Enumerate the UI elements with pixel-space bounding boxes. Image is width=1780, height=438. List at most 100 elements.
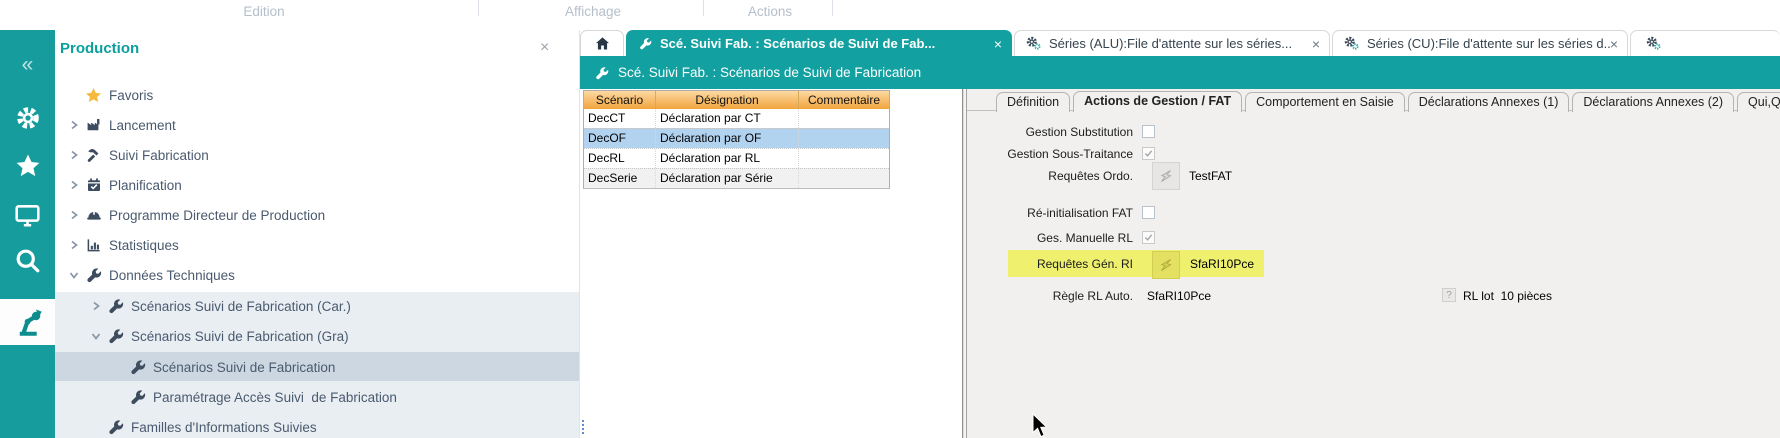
chevron-right-icon[interactable] — [67, 210, 81, 220]
star-icon — [15, 153, 41, 179]
tab-home[interactable] — [580, 30, 624, 56]
tree-item-label: Statistiques — [109, 238, 179, 253]
check-icon — [1144, 233, 1153, 242]
menu-actions[interactable]: Actions — [730, 4, 810, 19]
close-panel-button[interactable]: × — [540, 40, 549, 56]
bar-chart-icon — [85, 237, 102, 253]
help-button[interactable]: ? — [1442, 288, 1456, 302]
cell-designation: Déclaration par CT — [656, 109, 799, 128]
tree-item-label: Données Techniques — [109, 268, 235, 283]
value-requetes-gen-ri: SfaRI10Pce — [1190, 257, 1254, 271]
tab-definition[interactable]: Définition — [996, 92, 1070, 112]
label-requetes-gen-ri: Requêtes Gén. RI — [908, 257, 1133, 271]
column-header-commentaire[interactable]: Commentaire — [799, 91, 889, 109]
focus-artifact — [582, 420, 584, 434]
checkbox-gestion-sous-traitance[interactable] — [1142, 147, 1155, 160]
tree-item-suivi-fabrication[interactable]: Suivi Fabrication — [55, 140, 591, 170]
modules-button[interactable] — [0, 96, 55, 140]
chevron-right-icon[interactable] — [67, 120, 81, 130]
checkbox-ges-manuelle-rl[interactable] — [1142, 231, 1155, 244]
chevron-right-icon[interactable] — [89, 301, 103, 311]
menu-affichage[interactable]: Affichage — [553, 4, 633, 19]
tab-declarations-annexes-2[interactable]: Déclarations Annexes (2) — [1572, 92, 1734, 112]
tree-item-scenarios-gra[interactable]: Scénarios Suivi de Fabrication (Gra) — [55, 321, 613, 351]
tree-item-programme-directeur[interactable]: Programme Directeur de Production — [55, 200, 591, 230]
tab-series-alu[interactable]: Séries (ALU):File d'attente sur les séri… — [1014, 30, 1330, 56]
value-regle-rl-auto: SfaRI10Pce — [1147, 289, 1211, 303]
cell-scenario: DecRL — [584, 149, 656, 168]
table-area: Scénario Désignation Commentaire DecCT D… — [580, 89, 962, 438]
tab-scenarios-active[interactable]: Scé. Suivi Fab. : Scénarios de Suivi de … — [626, 30, 1012, 56]
tree-item-scenarios-car[interactable]: Scénarios Suivi de Fabrication (Car.) — [55, 291, 613, 321]
table-row-selected[interactable]: DecOF Déclaration par OF — [584, 128, 889, 148]
table-row[interactable]: DecSerie Déclaration par Série — [584, 168, 889, 188]
chevron-down-icon[interactable] — [89, 332, 103, 341]
home-icon — [594, 35, 611, 52]
rl-lot-note: RL lot 10 pièces — [1463, 289, 1552, 303]
tree-item-statistiques[interactable]: Statistiques — [55, 230, 591, 260]
monitor-button[interactable] — [0, 193, 55, 237]
column-header-scenario[interactable]: Scénario — [584, 91, 656, 109]
tab-declarations-annexes-1[interactable]: Déclarations Annexes (1) — [1408, 92, 1570, 112]
double-chevron-left-icon: « — [22, 54, 34, 75]
wrench-icon — [107, 419, 124, 435]
tree-item-label: Lancement — [109, 118, 176, 133]
tab-label: Séries (ALU):File d'attente sur les séri… — [1049, 36, 1292, 51]
menu-edition[interactable]: Edition — [224, 4, 304, 19]
checkbox-gestion-substitution[interactable] — [1142, 125, 1155, 138]
wrench-icon — [107, 328, 124, 344]
tree-item-label: Suivi Fabrication — [109, 148, 209, 163]
tree-item-favoris[interactable]: Favoris — [55, 80, 591, 110]
cell-commentaire — [799, 149, 889, 168]
wrench-icon — [107, 298, 124, 314]
close-tab-icon[interactable]: × — [1610, 37, 1618, 51]
tree-item-planification[interactable]: Planification — [55, 170, 591, 200]
search-button[interactable] — [0, 238, 55, 282]
cell-commentaire — [799, 109, 889, 128]
close-tab-icon[interactable]: × — [1312, 37, 1320, 51]
tree-item-scenarios-suivi-selected[interactable]: Scénarios Suivi de Fabrication — [55, 352, 635, 382]
production-module-button[interactable] — [0, 299, 55, 345]
tree-item-parametrage-acces[interactable]: Paramétrage Accès Suivi de Fabrication — [55, 382, 635, 412]
tree-item-lancement[interactable]: Lancement — [55, 110, 591, 140]
table-header-row: Scénario Désignation Commentaire — [584, 91, 889, 109]
left-icon-rail: « — [0, 30, 55, 438]
column-header-designation[interactable]: Désignation — [656, 91, 799, 109]
tab-label: Séries (CU):File d'attente sur les série… — [1367, 36, 1610, 51]
cell-commentaire — [799, 129, 889, 148]
tree-item-label: Scénarios Suivi de Fabrication — [153, 360, 335, 375]
tab-partial[interactable] — [1630, 30, 1780, 56]
app-window: Edition Affichage Actions « — [0, 0, 1780, 438]
chevron-down-icon[interactable] — [67, 271, 81, 280]
close-tab-icon[interactable]: × — [994, 37, 1002, 51]
collapse-sidebar-button[interactable]: « — [0, 42, 55, 86]
cell-scenario: DecSerie — [584, 169, 656, 188]
chevron-right-icon[interactable] — [67, 180, 81, 190]
tree-item-donnees-techniques[interactable]: Données Techniques — [55, 260, 591, 290]
search-icon — [14, 247, 41, 274]
label-gestion-substitution: Gestion Substitution — [908, 125, 1133, 139]
detail-tabstrip: Définition Actions de Gestion / FAT Comp… — [996, 92, 1780, 112]
menu-separator — [478, 0, 479, 16]
wrench-icon — [85, 267, 102, 283]
table-row[interactable]: DecRL Déclaration par RL — [584, 148, 889, 168]
label-ges-manuelle-rl: Ges. Manuelle RL — [908, 231, 1133, 245]
mouse-cursor — [1032, 413, 1049, 438]
tab-actions-gestion-fat[interactable]: Actions de Gestion / FAT — [1073, 91, 1242, 112]
favorites-button[interactable] — [0, 144, 55, 188]
run-query-button[interactable] — [1152, 162, 1180, 190]
table-row[interactable]: DecCT Déclaration par CT — [584, 109, 889, 128]
tab-qui-quoi[interactable]: Qui,Qu — [1737, 92, 1780, 112]
value-requetes-ordo: TestFAT — [1189, 169, 1232, 183]
tab-series-cu[interactable]: Séries (CU):File d'attente sur les série… — [1332, 30, 1628, 56]
tab-comportement-saisie[interactable]: Comportement en Saisie — [1245, 92, 1405, 112]
checkbox-re-initialisation-fat[interactable] — [1142, 206, 1155, 219]
run-query-button-ri[interactable] — [1152, 251, 1180, 279]
chevron-right-icon[interactable] — [67, 150, 81, 160]
cell-scenario: DecOF — [584, 129, 656, 148]
robot-arm-icon — [13, 307, 43, 337]
document-title-bar: Scé. Suivi Fab. : Scénarios de Suivi de … — [580, 56, 1780, 89]
tree-item-familles-informations[interactable]: Familles d'Informations Suivies — [55, 412, 613, 438]
label-gestion-sous-traitance: Gestion Sous-Traitance — [908, 147, 1133, 161]
chevron-right-icon[interactable] — [67, 240, 81, 250]
